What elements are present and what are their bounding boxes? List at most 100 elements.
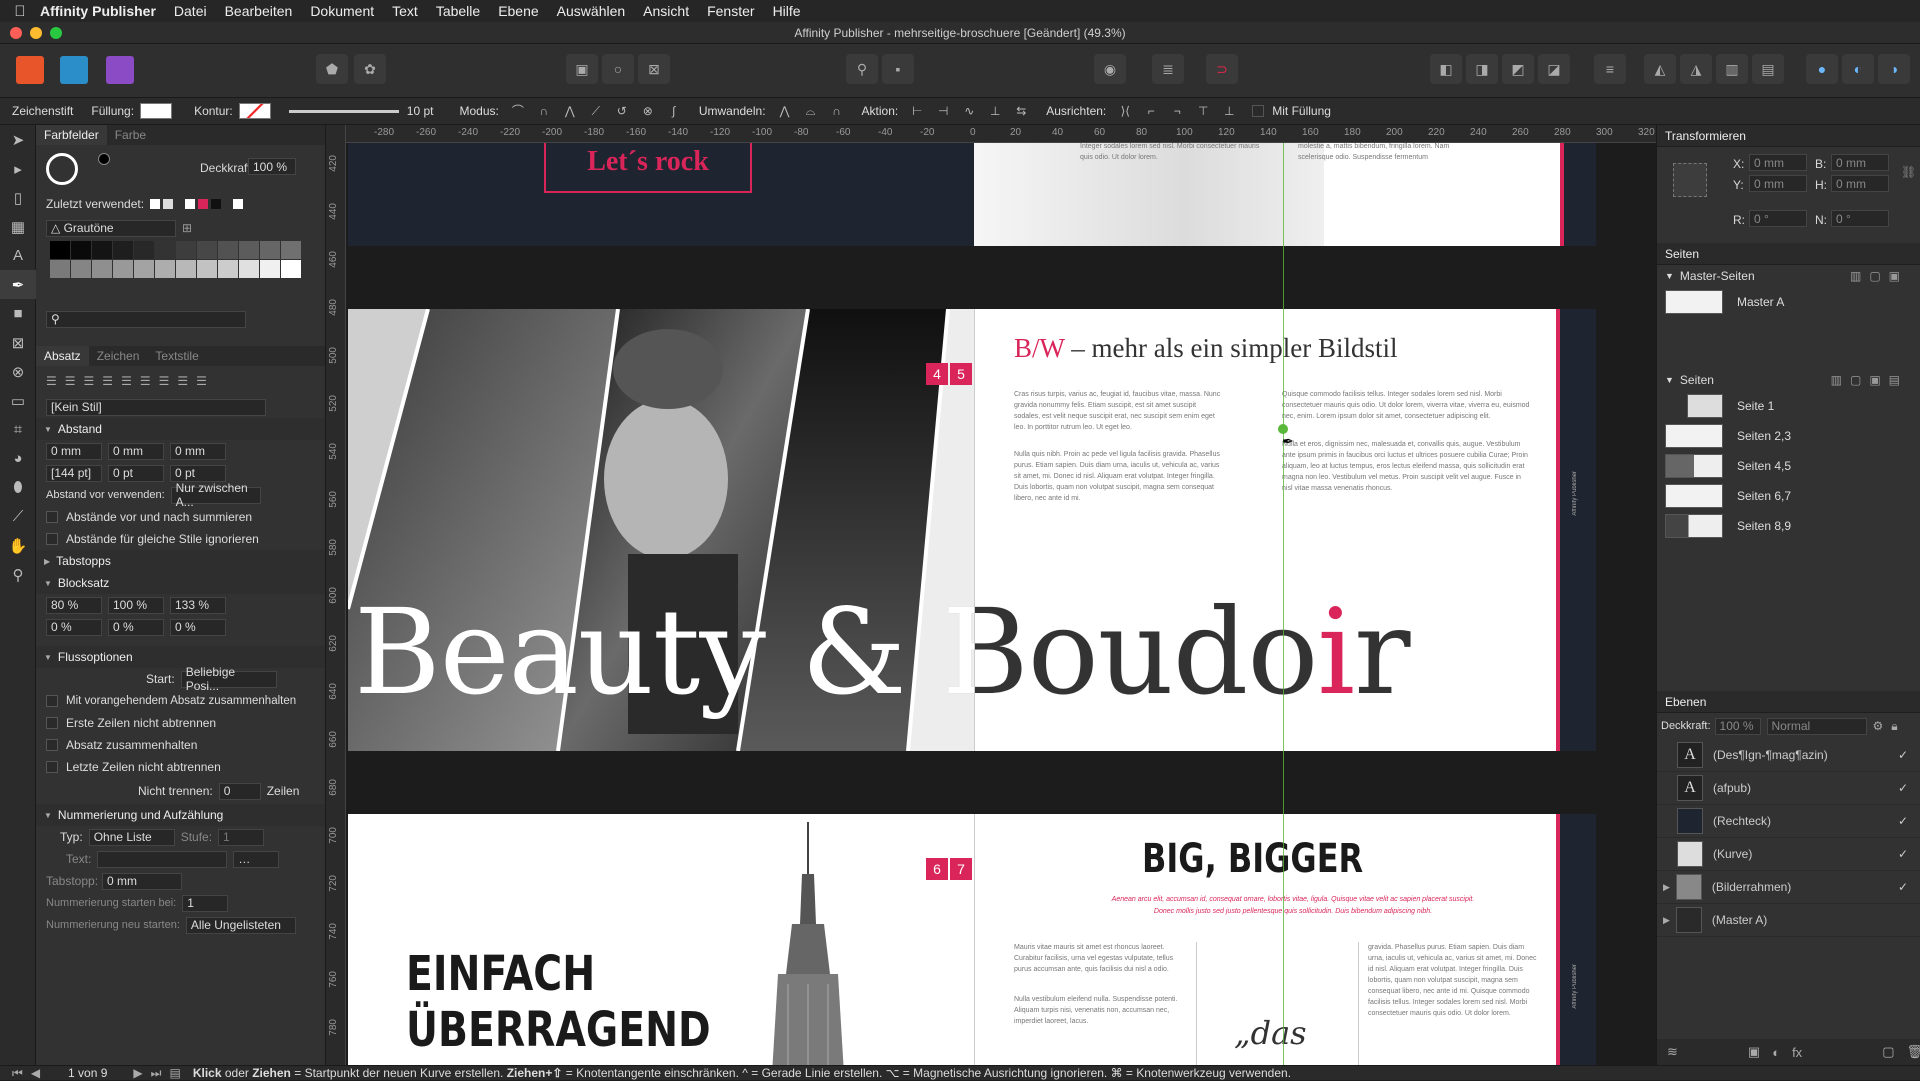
swatch[interactable] — [281, 241, 301, 259]
big-subtitle[interactable]: Aenean arcu elit, accumsan id, consequat… — [1108, 894, 1478, 918]
align-right-icon[interactable]: ☰ — [84, 374, 95, 388]
height-field[interactable]: 0 mm — [1831, 175, 1889, 192]
table-tool-icon[interactable]: ▦ — [0, 212, 36, 241]
ellipse-frame-tool-icon[interactable]: ⊗ — [0, 357, 36, 386]
rectangle-tool-icon[interactable]: ■ — [0, 299, 36, 328]
zoom-tool-icon[interactable]: ⚲ — [0, 560, 36, 589]
swatch[interactable] — [218, 241, 238, 259]
swatch[interactable] — [50, 260, 70, 278]
layer-visibility-checkbox[interactable]: ✓ — [1898, 847, 1908, 861]
space-before-use-select[interactable]: Nur zwischen A... — [170, 481, 261, 509]
body-column-1a[interactable]: Cras risus turpis, varius ac, feugiat id… — [1014, 389, 1224, 433]
text-field[interactable] — [97, 850, 228, 868]
pages-panel-header[interactable]: Seiten — [1657, 243, 1920, 265]
master-pages-header[interactable]: ▼ Master-Seiten ▥▢▣ — [1657, 265, 1920, 287]
arrange-back-icon[interactable]: ◪ — [1538, 54, 1570, 84]
body-column-3[interactable]: Mauris vitae mauris sit amet est rhoncus… — [1014, 942, 1184, 975]
swatch-search-input[interactable]: ⚲ — [46, 310, 246, 328]
swatch[interactable] — [176, 260, 196, 278]
page-actions-icon[interactable]: ▥▢▣▤ — [1831, 373, 1908, 387]
keep-lines-field[interactable]: 0 — [218, 782, 261, 800]
x-field[interactable]: 0 mm — [1749, 154, 1807, 171]
place-image-tool-icon[interactable]: ▭ — [0, 386, 36, 415]
align-left-node-icon[interactable]: ⌐ — [1141, 102, 1161, 120]
node-tool-icon[interactable]: ▸ — [0, 154, 36, 183]
fill-swatch[interactable] — [140, 103, 173, 119]
tab-zeichen[interactable]: Zeichen — [89, 349, 148, 363]
adjustment-icon[interactable]: ◐ — [1772, 1045, 1780, 1060]
menu-ebene[interactable]: Ebene — [498, 3, 538, 19]
swatch[interactable] — [134, 241, 154, 259]
layer-visibility-checkbox[interactable]: ✓ — [1898, 814, 1908, 828]
last-page-icon[interactable]: ⏭ — [151, 1066, 162, 1081]
align-towards-spine-icon[interactable]: ☰ — [177, 374, 188, 388]
swatch[interactable] — [71, 260, 91, 278]
min-word-spacing-field[interactable]: 80 % — [46, 596, 102, 614]
layer-item[interactable]: ▶ (Master A) — [1657, 904, 1920, 937]
tab-absatz[interactable]: Absatz — [36, 346, 89, 366]
desired-word-spacing-field[interactable]: 100 % — [108, 596, 164, 614]
swatch[interactable] — [197, 241, 217, 259]
menu-tabelle[interactable]: Tabelle — [436, 3, 480, 19]
rotation-field[interactable]: 0 ° — [1749, 210, 1807, 227]
hand-tool-icon[interactable]: ✋ — [0, 531, 36, 560]
page-list-icon[interactable]: ▤ — [169, 1066, 180, 1080]
recent-swatch[interactable] — [163, 199, 174, 209]
layer-visibility-checkbox[interactable]: ✓ — [1898, 880, 1908, 894]
vertical-guide[interactable] — [1283, 143, 1284, 1065]
recent-swatch[interactable] — [185, 199, 196, 209]
page-item[interactable]: Seiten 4,5 — [1657, 451, 1920, 481]
beauty-boudoir-title[interactable]: Beauty & Boudoir — [354, 577, 1411, 727]
align-icon[interactable]: ≡ — [1594, 54, 1626, 84]
pen-mode-icon[interactable]: ⌒ — [508, 102, 528, 120]
snap-icon[interactable]: ⊗ — [638, 102, 658, 120]
tabstop-field[interactable]: 0 mm — [102, 872, 183, 890]
master-page-item[interactable]: Master A — [1657, 287, 1920, 317]
spread-2-3[interactable]: Let´s rock Integer sodales lorem sed nis… — [348, 143, 1596, 246]
photo-persona-icon[interactable] — [106, 56, 134, 84]
swatch[interactable] — [92, 260, 112, 278]
layer-item[interactable]: A (Des¶Ign-¶mag¶azin) ✓ — [1657, 739, 1920, 772]
menu-bearbeiten[interactable]: Bearbeiten — [225, 3, 293, 19]
boolean-add-icon[interactable]: ● — [1806, 54, 1838, 84]
smart-icon[interactable]: ∩ — [827, 102, 847, 120]
layer-settings-icon[interactable]: ⚙ — [1873, 719, 1884, 733]
page-indicator[interactable]: 1 von 9 — [68, 1066, 107, 1080]
close-curve-icon[interactable]: ⊣ — [933, 102, 953, 120]
color-picker-tool-icon[interactable]: ⟋ — [0, 502, 36, 531]
empire-state-building-image[interactable] — [748, 814, 868, 1065]
pages-subheader[interactable]: ▼ Seiten ▥▢▣▤ — [1657, 369, 1920, 391]
boolean-intersect-icon[interactable]: ◑ — [1878, 54, 1910, 84]
page-item[interactable]: Seiten 8,9 — [1657, 511, 1920, 541]
layers-stack-icon[interactable]: ≋ — [1667, 1044, 1678, 1060]
distribute-icon[interactable]: ▤ — [1752, 54, 1784, 84]
swatch[interactable] — [218, 260, 238, 278]
keep-last-lines-checkbox[interactable] — [46, 761, 58, 773]
align-top-node-icon[interactable]: ⊤ — [1193, 102, 1213, 120]
sum-spacing-checkbox[interactable] — [46, 511, 58, 523]
max-letter-spacing-field[interactable]: 0 % — [170, 618, 226, 636]
stroke-width-value[interactable]: 10 pt — [407, 104, 434, 118]
layer-lock-icon[interactable]: 🔒︎ — [1891, 719, 1897, 734]
bw-headline[interactable]: B/W – mehr als ein simpler Bildstil — [1014, 333, 1397, 364]
type-select[interactable]: Ohne Liste — [88, 828, 175, 846]
next-page-icon[interactable]: ▶ — [133, 1066, 142, 1080]
prev-page-icon[interactable]: ◀ — [31, 1066, 40, 1080]
zoom-window-button[interactable] — [50, 27, 62, 39]
y-field[interactable]: 0 mm — [1749, 175, 1807, 192]
layer-visibility-checkbox[interactable]: ✓ — [1898, 748, 1908, 762]
keep-together-checkbox[interactable] — [46, 739, 58, 751]
expand-layer-icon[interactable]: ▶ — [1663, 915, 1670, 926]
secondary-color-dot[interactable] — [98, 153, 110, 165]
swatch[interactable] — [260, 241, 280, 259]
swatch[interactable] — [239, 260, 259, 278]
document-canvas[interactable]: Let´s rock Integer sodales lorem sed nis… — [346, 143, 1656, 1065]
curve-icon[interactable]: ∫ — [664, 102, 684, 120]
vertical-ruler[interactable]: 420 440 460 480 500 520 540 560 580 600 … — [326, 125, 346, 1065]
tab-farbfelder[interactable]: Farbfelder — [36, 125, 107, 145]
arrange-forward-icon[interactable]: ◨ — [1466, 54, 1498, 84]
space-before-field[interactable]: 0 pt — [108, 464, 164, 482]
recent-swatch[interactable] — [150, 199, 161, 209]
lets-rock-box[interactable]: Let´s rock — [544, 143, 752, 193]
swatch[interactable] — [92, 241, 112, 259]
